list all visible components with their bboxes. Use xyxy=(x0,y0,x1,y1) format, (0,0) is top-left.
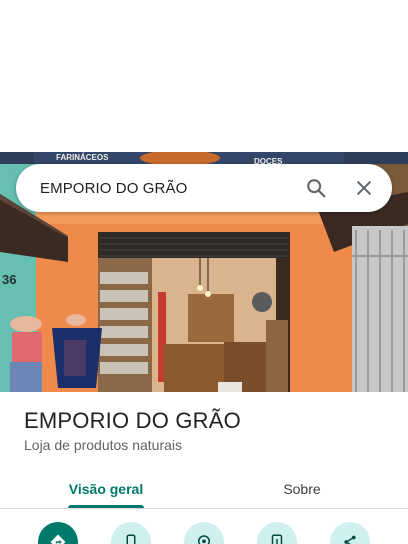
search-icon xyxy=(307,179,326,198)
save-button[interactable] xyxy=(184,522,224,544)
directions-button[interactable] xyxy=(38,522,78,544)
map-top-area xyxy=(0,0,408,152)
phone-icon xyxy=(126,534,136,544)
place-category[interactable]: Loja de produtos naturais xyxy=(24,437,182,453)
place-tabs: Visão geral Sobre xyxy=(0,470,408,509)
clear-search-button[interactable] xyxy=(350,174,378,202)
active-tab-indicator xyxy=(68,505,144,508)
search-input[interactable]: EMPORIO DO GRÃO xyxy=(40,180,302,197)
search-button[interactable] xyxy=(302,174,330,202)
save-location-icon xyxy=(198,535,210,544)
call-button[interactable] xyxy=(111,522,151,544)
sign-left-text: FARINÁCEOS xyxy=(56,153,109,162)
send-to-phone-icon xyxy=(271,534,283,544)
send-to-phone-button[interactable] xyxy=(257,522,297,544)
action-buttons-row xyxy=(0,522,408,544)
place-name: EMPORIO DO GRÃO xyxy=(24,408,241,433)
wall-number-text: 36 xyxy=(2,272,16,287)
share-button[interactable] xyxy=(330,522,370,544)
share-icon xyxy=(344,535,356,544)
tab-overview[interactable]: Visão geral xyxy=(34,470,178,508)
search-bar[interactable]: EMPORIO DO GRÃO xyxy=(16,164,392,212)
directions-icon xyxy=(50,534,66,544)
close-icon xyxy=(357,181,371,195)
tab-about[interactable]: Sobre xyxy=(230,470,374,508)
